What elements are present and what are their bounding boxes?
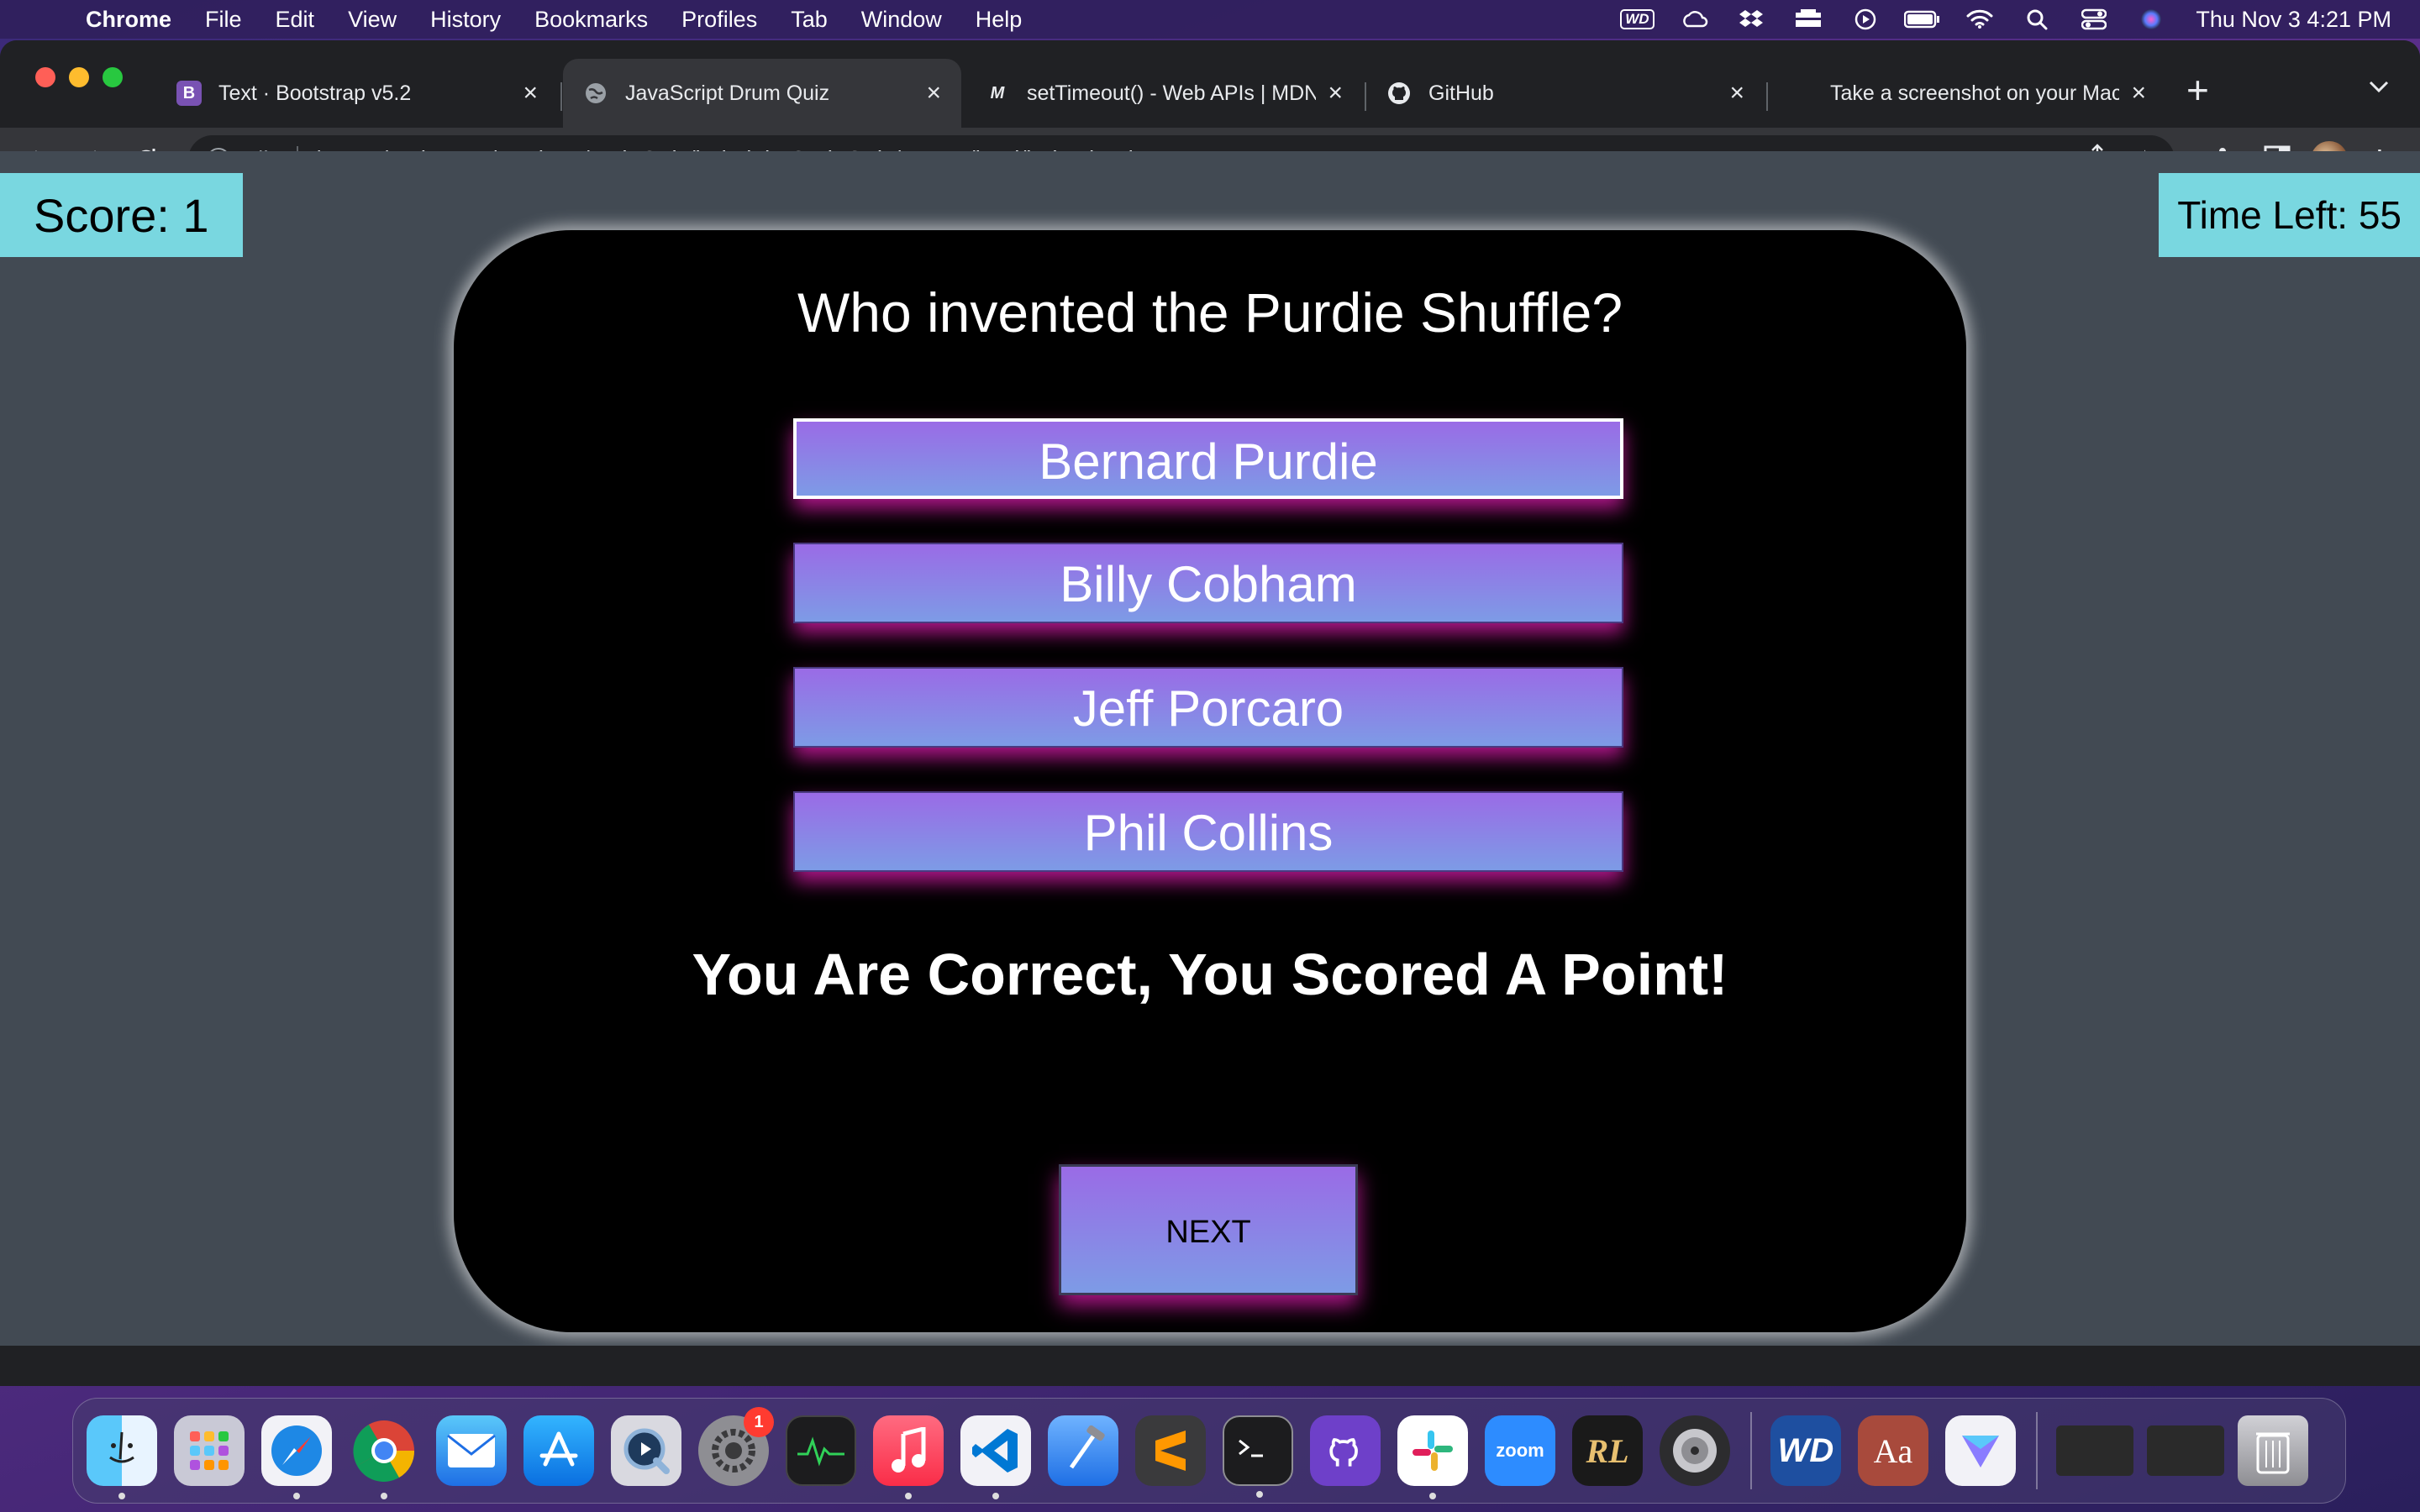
answer-button-2[interactable]: Billy Cobham [793,543,1623,623]
tab-title: Take a screenshot on your Mac [1830,81,2120,105]
spotlight-search-icon[interactable] [2018,7,2056,32]
wifi-icon[interactable] [1960,7,1999,32]
quiz-card: Who invented the Purdie Shuffle? Bernard… [454,230,1966,1332]
macos-menu-bar: Chrome File Edit View History Bookmarks … [0,0,2420,39]
close-window-button[interactable] [35,67,55,87]
launchpad-icon[interactable] [174,1415,245,1486]
tab-title: setTimeout() - Web APIs | MDN [1027,81,1317,105]
trash-icon[interactable] [2238,1415,2308,1486]
running-indicator [118,1493,125,1499]
answer-button-3[interactable]: Jeff Porcaro [793,667,1623,748]
tab-close-icon[interactable]: × [926,79,941,108]
notification-badge: 1 [744,1407,774,1437]
running-indicator [1429,1493,1436,1499]
menu-bar-status-area: WD Thu Nov 3 4:21 PM [1599,7,2391,33]
running-indicator [1256,1491,1263,1498]
tab-title: Text · Bootstrap v5.2 [218,81,412,105]
tab-apple-screenshot[interactable]: Take a screenshot on your Mac × [1768,59,2166,128]
rl-app-icon[interactable]: RL [1572,1415,1643,1486]
menu-bookmarks[interactable]: Bookmarks [534,7,648,33]
macos-dock: 1 zoom RL WD Aa [72,1398,2346,1504]
menu-profiles[interactable]: Profiles [681,7,757,33]
wd-status-icon[interactable]: WD [1618,7,1656,32]
app-store-icon[interactable] [523,1415,594,1486]
new-tab-plus-icon[interactable]: + [2186,71,2209,109]
tab-bootstrap[interactable]: B Text · Bootstrap v5.2 × [156,59,558,128]
menu-tab[interactable]: Tab [791,7,828,33]
logic-icon[interactable] [1660,1415,1730,1486]
activity-monitor-icon[interactable] [786,1415,856,1486]
tab-close-icon[interactable]: × [1729,79,1744,108]
running-indicator [293,1493,300,1499]
dock-divider [1750,1412,1752,1489]
mdn-favicon-icon: M [990,83,1005,102]
running-indicator [905,1493,912,1499]
menu-app-name[interactable]: Chrome [86,7,171,33]
zoom-window-button[interactable] [103,67,123,87]
tab-search-chevron-icon[interactable] [2368,74,2390,100]
menu-edit[interactable]: Edit [276,7,315,33]
control-center-icon[interactable] [2075,7,2113,32]
tab-github[interactable]: GitHub × [1366,59,1765,128]
mail-icon[interactable] [436,1415,507,1486]
tab-close-icon[interactable]: × [1328,79,1343,108]
running-indicator [992,1493,999,1499]
running-indicator [381,1493,387,1499]
answer-button-4[interactable]: Phil Collins [793,791,1623,872]
question-text: Who invented the Purdie Shuffle? [797,281,1623,344]
chrome-icon[interactable] [349,1415,419,1499]
terminal-icon[interactable] [1223,1415,1293,1498]
globe-favicon-icon [583,81,608,106]
window-controls [35,67,136,87]
creative-cloud-icon[interactable] [1675,7,1713,32]
answer-button-1[interactable]: Bernard Purdie [793,418,1623,499]
next-button[interactable]: NEXT [1059,1164,1358,1295]
tab-title: GitHub [1428,81,1494,105]
slack-icon[interactable] [1397,1415,1468,1499]
github-desktop-icon[interactable] [1310,1415,1381,1486]
menu-view[interactable]: View [348,7,397,33]
sublime-text-icon[interactable] [1135,1415,1206,1486]
system-preferences-icon[interactable]: 1 [698,1407,774,1486]
wd-discovery-icon[interactable]: WD [1770,1415,1841,1486]
minimized-window-thumbnail[interactable] [2056,1425,2133,1476]
finder-icon[interactable] [87,1415,157,1499]
tab-separator [560,82,562,111]
zoom-icon[interactable]: zoom [1485,1415,1555,1486]
bootstrap-favicon-icon: B [176,81,202,106]
score-display: Score: 1 [0,173,243,257]
minimize-window-button[interactable] [69,67,89,87]
menu-history[interactable]: History [430,7,501,33]
siri-icon[interactable] [2132,7,2170,32]
safari-icon[interactable] [261,1415,332,1499]
tab-close-icon[interactable]: × [523,79,538,108]
prisma-icon[interactable] [1945,1415,2016,1486]
dictionary-icon[interactable]: Aa [1858,1415,1928,1486]
music-icon[interactable] [873,1415,944,1499]
github-favicon-icon [1386,81,1412,106]
page-viewport: Score: 1 Time Left: 55 Who invented the … [0,151,2420,1346]
play-circle-icon[interactable] [1846,7,1885,32]
answer-feedback: You Are Correct, You Scored A Point! [692,942,1728,1007]
menu-help[interactable]: Help [976,7,1023,33]
tab-mdn-settimeout[interactable]: M setTimeout() - Web APIs | MDN × [965,59,1363,128]
drive-icon[interactable] [1789,7,1828,32]
vscode-icon[interactable] [960,1415,1031,1499]
tab-close-icon[interactable]: × [2131,79,2146,108]
xcode-icon[interactable] [1048,1415,1118,1486]
minimized-window-thumbnail[interactable] [2147,1425,2224,1476]
quicktime-icon[interactable] [611,1415,681,1486]
menu-bar-clock[interactable]: Thu Nov 3 4:21 PM [2196,7,2391,33]
tab-title: JavaScript Drum Quiz [625,81,830,105]
tab-strip: B Text · Bootstrap v5.2 × JavaScript Dru… [0,40,2420,128]
dropbox-icon[interactable] [1732,7,1770,32]
battery-icon[interactable] [1903,7,1942,32]
apple-favicon-icon [1788,81,1813,106]
tab-javascript-drum-quiz[interactable]: JavaScript Drum Quiz × [563,59,961,128]
wd-status-label: WD [1620,9,1655,29]
timer-display: Time Left: 55 [2159,173,2420,257]
menu-file[interactable]: File [205,7,242,33]
dock-divider [2036,1412,2038,1489]
menu-window[interactable]: Window [861,7,942,33]
